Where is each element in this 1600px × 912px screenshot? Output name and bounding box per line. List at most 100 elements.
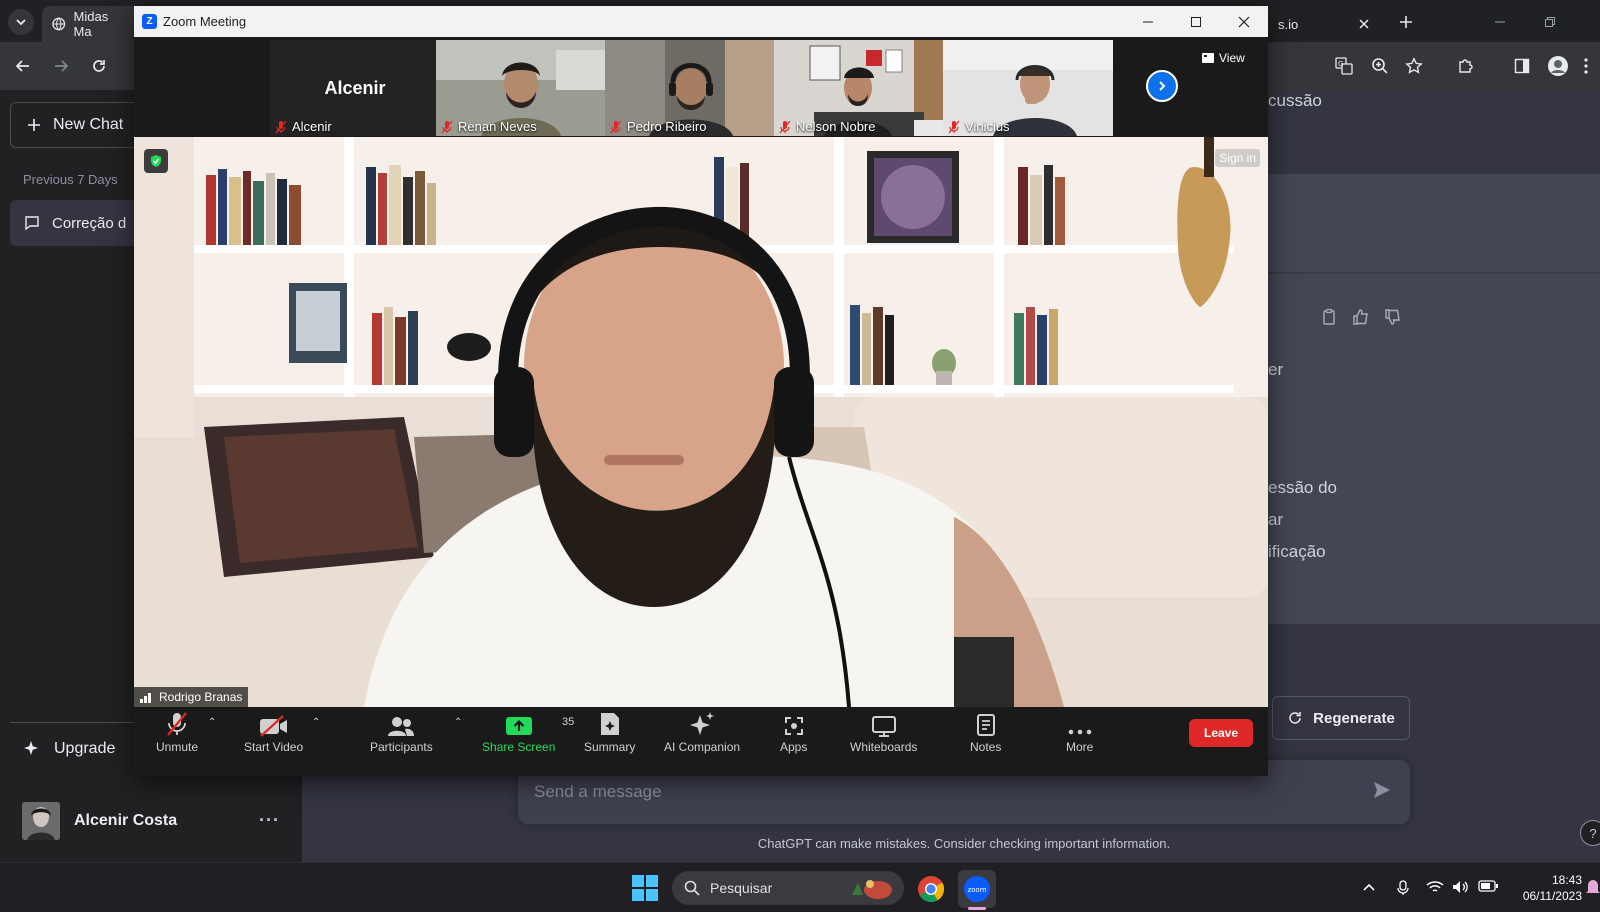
taskbar-clock[interactable]: 18:43 06/11/2023	[1510, 872, 1582, 904]
next-page-button[interactable]	[1146, 70, 1178, 102]
participant-tile[interactable]: Renan Neves	[436, 40, 606, 136]
chat-bubble-icon	[25, 216, 39, 231]
participant-tile[interactable]: Alcenir Alcenir	[270, 40, 440, 136]
browser-tab-title: s.io	[1278, 16, 1299, 32]
close-icon[interactable]	[1358, 18, 1370, 30]
tray-battery-button[interactable]	[1478, 880, 1498, 892]
participant-name: Alcenir	[292, 119, 332, 134]
taskbar-search[interactable]: Pesquisar	[672, 871, 904, 905]
participants-button[interactable]: Participants	[370, 711, 433, 754]
sparkle-icon	[24, 741, 38, 755]
message-input[interactable]	[534, 772, 1334, 812]
thumbs-down-icon[interactable]	[1384, 308, 1402, 326]
zoom-indicator-button[interactable]	[1366, 52, 1394, 80]
zoom-minimize-button[interactable]	[1138, 12, 1158, 32]
help-button[interactable]: ?	[1580, 820, 1600, 846]
more-options-icon[interactable]: ···	[259, 810, 280, 831]
side-panel-button[interactable]	[1508, 52, 1536, 80]
start-video-label: Start Video	[244, 740, 304, 754]
unmute-label: Unmute	[156, 740, 199, 754]
participant-display-name: Alcenir	[324, 78, 386, 98]
tray-network-button[interactable]	[1426, 880, 1444, 894]
user-name: Alcenir Costa	[74, 812, 178, 829]
leave-meeting-button[interactable]: Leave	[1189, 719, 1253, 747]
speaker-icon	[1453, 881, 1468, 893]
message-text: er	[1268, 360, 1284, 379]
profile-button[interactable]	[1544, 52, 1572, 80]
reload-button[interactable]	[85, 52, 113, 80]
back-button[interactable]	[9, 52, 37, 80]
reload-icon	[93, 60, 105, 72]
active-speaker-label: Rodrigo Branas	[134, 687, 249, 707]
avatar	[22, 802, 60, 840]
participant-label: Nelson Nobre	[778, 119, 876, 134]
summary-icon	[600, 713, 619, 735]
notifications-button[interactable]	[1586, 877, 1600, 897]
thumbs-up-icon[interactable]	[1352, 308, 1370, 326]
zoom-maximize-button[interactable]	[1186, 12, 1206, 32]
windows-logo-icon	[632, 875, 658, 901]
sign-in-link[interactable]: Sign in	[1215, 149, 1260, 167]
browser-restore-button[interactable]	[1540, 12, 1560, 32]
upgrade-button[interactable]: Upgrade	[22, 740, 115, 758]
summary-button[interactable]: Summary	[584, 711, 635, 754]
svg-text:G: G	[1338, 60, 1343, 68]
copy-icon[interactable]	[1320, 308, 1338, 326]
notes-button[interactable]: Notes	[970, 711, 1001, 754]
tray-volume-button[interactable]	[1452, 880, 1470, 894]
new-chat-label: New Chat	[53, 116, 124, 133]
browser-menu-button[interactable]	[1578, 52, 1594, 80]
chrome-taskbar-app[interactable]	[912, 870, 950, 908]
bookmark-button[interactable]	[1400, 52, 1428, 80]
extensions-button[interactable]	[1452, 52, 1480, 80]
audio-options-caret[interactable]: ⌃	[208, 717, 216, 728]
ai-companion-button[interactable]: AI Companion	[664, 711, 740, 754]
start-video-button[interactable]: Start Video	[244, 711, 303, 754]
message-actions	[1320, 308, 1402, 326]
participants-options-caret[interactable]: ⌃	[454, 717, 462, 728]
participant-strip: Alcenir Alcenir Renan Neves Pedro Ribeir…	[134, 37, 1268, 137]
browser-tab-active[interactable]: Midas Ma	[42, 6, 138, 42]
battery-icon	[1478, 880, 1498, 892]
participant-tile[interactable]: Vinicius	[943, 40, 1113, 136]
mic-muted-icon	[610, 120, 622, 133]
participant-tile[interactable]: Pedro Ribeiro	[605, 40, 775, 136]
new-tab-button[interactable]	[1392, 8, 1420, 36]
tray-overflow-button[interactable]	[1362, 880, 1376, 894]
zoom-taskbar-app[interactable]: zoom	[958, 870, 996, 908]
whiteboard-icon	[871, 716, 896, 737]
video-options-caret[interactable]: ⌃	[312, 717, 320, 728]
browser-tab-title: Midas Ma	[73, 9, 109, 39]
unmute-button[interactable]: Unmute	[156, 711, 198, 754]
whiteboards-button[interactable]: Whiteboards	[850, 711, 917, 754]
participant-tile[interactable]: Nelson Nobre	[774, 40, 944, 136]
bell-icon	[1586, 880, 1600, 893]
side-panel-icon	[1514, 58, 1530, 74]
more-button[interactable]: More	[1066, 711, 1093, 754]
translate-button[interactable]: G	[1330, 52, 1358, 80]
encryption-shield-icon[interactable]	[144, 149, 168, 173]
view-label: View	[1219, 51, 1245, 65]
forward-icon	[55, 60, 69, 72]
tray-mic-button[interactable]	[1396, 880, 1410, 896]
signal-bars-icon	[140, 693, 151, 703]
message-text: ificação	[1268, 542, 1326, 561]
start-button[interactable]	[632, 875, 658, 901]
browser-minimize-button[interactable]	[1490, 12, 1510, 32]
browser-tab[interactable]: s.io	[1268, 6, 1380, 42]
active-app-indicator	[968, 907, 986, 910]
mic-muted-icon	[167, 712, 187, 736]
send-button[interactable]	[1372, 780, 1392, 800]
translate-icon: G	[1335, 57, 1353, 75]
forward-button[interactable]	[47, 52, 75, 80]
minimize-icon	[1143, 21, 1153, 23]
tab-search-button[interactable]	[8, 9, 34, 35]
regenerate-button[interactable]: Regenerate	[1272, 696, 1410, 740]
zoom-close-button[interactable]	[1234, 12, 1254, 32]
plus-icon	[1400, 16, 1412, 28]
user-menu[interactable]: Alcenir Costa ···	[22, 802, 292, 840]
regenerate-label: Regenerate	[1313, 709, 1395, 727]
view-button[interactable]: View	[1202, 51, 1245, 65]
apps-button[interactable]: Apps	[780, 711, 807, 754]
share-screen-button[interactable]: Share Screen	[482, 711, 555, 754]
